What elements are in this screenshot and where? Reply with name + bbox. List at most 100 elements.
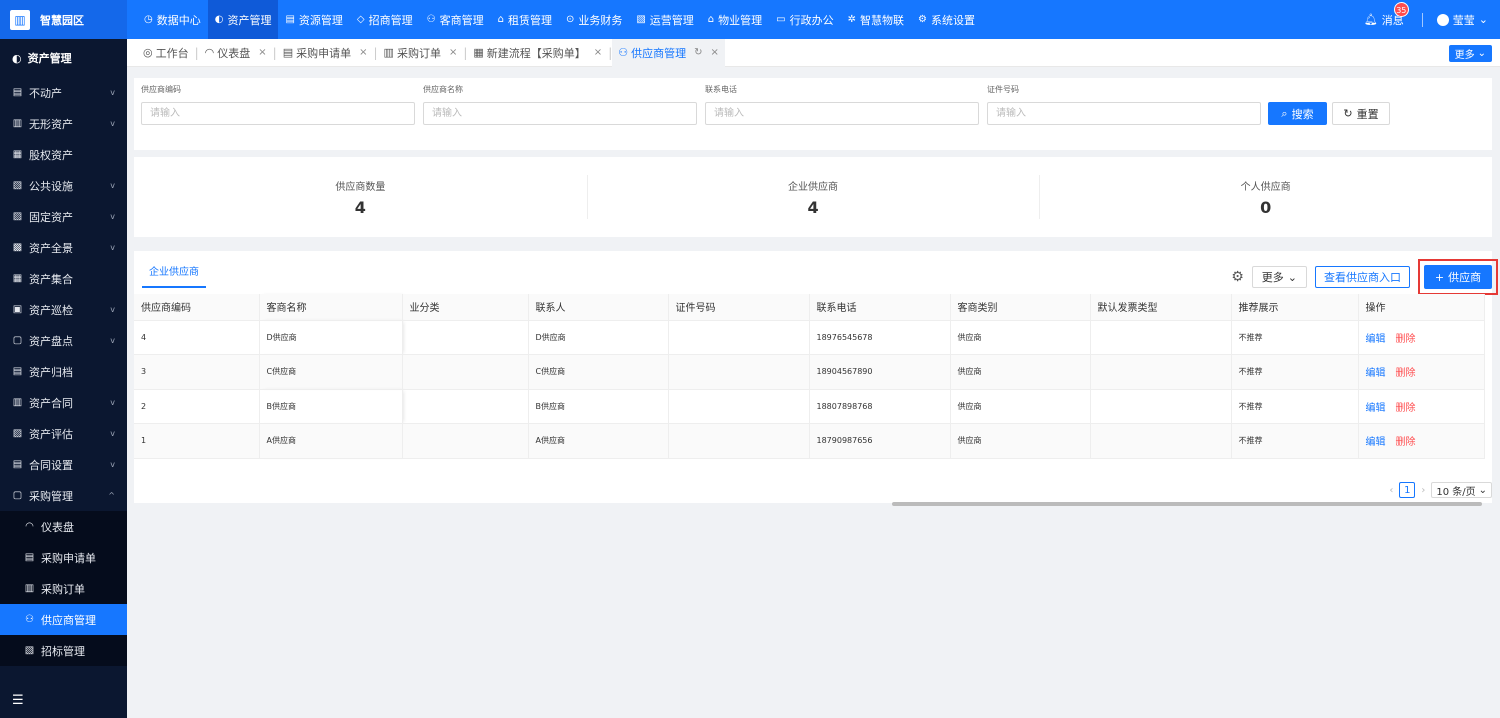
horizontal-scrollbar[interactable]	[892, 502, 1482, 506]
sidebar-item-label: 固定资产	[29, 210, 73, 224]
more-button[interactable]: 更多 ⌄	[1251, 266, 1307, 288]
nav-item[interactable]: ⊙ 业务财务	[559, 0, 629, 39]
sidebar-subitem[interactable]: ▧ 招标管理	[0, 635, 127, 666]
nav-label: 运营管理	[649, 13, 694, 27]
prev-page-icon[interactable]: ‹	[1389, 485, 1393, 496]
gear-icon[interactable]: ⚙	[1231, 269, 1244, 285]
sidebar-item-label: 供应商管理	[41, 613, 96, 627]
column-header: 客商名称	[259, 294, 403, 321]
nav-item[interactable]: ⌂ 物业管理	[701, 0, 769, 39]
sidebar-subitem[interactable]: ◠ 仪表盘	[0, 511, 127, 542]
delete-link[interactable]: 删除	[1396, 437, 1416, 448]
nav-item[interactable]: ✲ 智慧物联	[841, 0, 911, 39]
nav-label: 物业管理	[718, 13, 763, 27]
stat-card: 个人供应商 0	[1039, 157, 1492, 237]
stat-card: 企业供应商 4	[586, 157, 1040, 237]
close-icon[interactable]: ×	[594, 47, 602, 58]
nav-item[interactable]: ◐ 资产管理	[207, 0, 279, 39]
tab[interactable]: ⚇ 供应商管理 ↻ ×	[612, 38, 725, 67]
nav-icon: ⚇	[426, 14, 436, 25]
sidebar-item[interactable]: ▦ 股权资产	[0, 139, 127, 170]
delete-link[interactable]: 删除	[1396, 368, 1416, 379]
delete-link[interactable]: 删除	[1396, 334, 1416, 345]
table-cell: A供应商	[528, 423, 669, 459]
sidebar-item[interactable]: ▧ 公共设施 v	[0, 170, 127, 201]
edit-link[interactable]: 编辑	[1366, 403, 1386, 414]
tabs-more-button[interactable]: 更多 ⌄	[1448, 45, 1492, 62]
tab[interactable]: ▤ 采购申请单 ×	[277, 39, 374, 67]
sidebar-subitem[interactable]: ⚇ 供应商管理	[0, 604, 127, 635]
close-icon[interactable]: ×	[449, 47, 457, 58]
tab[interactable]: ◠ 仪表盘 ×	[199, 39, 273, 67]
sidebar-item[interactable]: ▩ 资产全景 v	[0, 232, 127, 263]
page-number[interactable]: 1	[1399, 482, 1416, 498]
sidebar-item[interactable]: ▥ 无形资产 v	[0, 108, 127, 139]
close-icon[interactable]: ×	[258, 47, 266, 58]
table-row: 1 A供应商 A供应商 18790987656 供应商 不推荐 编辑 删除	[134, 423, 1485, 459]
sidebar-item[interactable]: ▨ 固定资产 v	[0, 201, 127, 232]
tab-bar: ◎ 工作台 | ◠ 仪表盘 × | ▤ 采购申请单 × | ▥ 采购订单 × | ▦ 新建流程【采购单】 × | ⚇ 供…	[127, 38, 1500, 67]
reset-button[interactable]: ↻ 重置	[1332, 102, 1390, 125]
search-input[interactable]: 请输入	[423, 102, 697, 125]
sidebar-item[interactable]: ▨ 资产评估 v	[0, 418, 127, 449]
sidebar-subitem[interactable]: ▤ 采购申请单	[0, 542, 127, 573]
search-input[interactable]: 请输入	[987, 102, 1261, 125]
nav-item[interactable]: ▧ 运营管理	[629, 0, 700, 39]
sidebar-item[interactable]: ▦ 资产集合	[0, 263, 127, 294]
nav-item[interactable]: ◇ 招商管理	[350, 0, 420, 39]
sidebar-item-label: 无形资产	[29, 117, 73, 131]
search-button[interactable]: ⌕ 搜索	[1268, 102, 1327, 125]
close-icon[interactable]: ×	[359, 47, 367, 58]
sidebar-item[interactable]: ▤ 不动产 v	[0, 77, 127, 108]
edit-link[interactable]: 编辑	[1366, 437, 1386, 448]
delete-link[interactable]: 删除	[1396, 403, 1416, 414]
sidebar-icon: ▤	[24, 552, 35, 563]
nav-item[interactable]: ▭ 行政办公	[769, 0, 840, 39]
column-header: 联系人	[528, 294, 669, 321]
logo[interactable]: ▥ 智慧园区	[0, 0, 127, 39]
edit-link[interactable]: 编辑	[1366, 334, 1386, 345]
collapse-menu-icon[interactable]: ☰	[12, 693, 24, 708]
search-panel: ⌕ 搜索 ↻ 重置 供应商编码 请输入 供应商名称 请输入 联系电话 请输入 证件号码 请输入	[134, 78, 1492, 150]
tab[interactable]: ▥ 采购订单 ×	[378, 39, 464, 67]
sidebar-item-label: 资产合同	[29, 396, 73, 410]
sidebar-item[interactable]: ▥ 资产合同 v	[0, 387, 127, 418]
sidebar-item[interactable]: ▤ 合同设置 v	[0, 449, 127, 480]
column-header: 客商类别	[950, 294, 1091, 321]
sidebar: ◐ 资产管理 ▤ 不动产 v ▥ 无形资产 v ▦ 股权资产 ▧ 公共设施 v ▨ 固定资产 v ▩ 资产全景…	[0, 39, 127, 718]
user-name: 莹莹	[1452, 13, 1475, 27]
nav-item[interactable]: ⌂ 租赁管理	[491, 0, 559, 39]
nav-item[interactable]: ⚇ 客商管理	[420, 0, 491, 39]
edit-link[interactable]: 编辑	[1366, 368, 1386, 379]
table-cell: 4	[134, 320, 260, 355]
tab-enterprise-supplier[interactable]: 企业供应商	[142, 263, 206, 288]
table-cell	[1090, 423, 1232, 459]
sidebar-item[interactable]: ▣ 资产巡检 v	[0, 294, 127, 325]
sidebar-icon: ▩	[12, 242, 23, 253]
search-input[interactable]: 请输入	[141, 102, 415, 125]
nav-item[interactable]: ◷ 数据中心	[137, 0, 208, 39]
view-supplier-entry-button[interactable]: 查看供应商入口	[1315, 266, 1410, 288]
sidebar-item[interactable]: ▢ 资产盘点 v	[0, 325, 127, 356]
nav-item[interactable]: ▤ 资源管理	[278, 0, 349, 39]
messages-button[interactable]: 🔔︎ 消息 35	[1364, 1, 1409, 28]
brand-name: 智慧园区	[40, 13, 84, 27]
add-supplier-button[interactable]: + 供应商	[1424, 265, 1492, 289]
tab[interactable]: ▦ 新建流程【采购单】 ×	[467, 39, 608, 67]
nav-item[interactable]: ⚙ 系统设置	[911, 0, 982, 39]
tab[interactable]: ◎ 工作台	[137, 39, 195, 67]
refresh-icon[interactable]: ↻	[694, 47, 702, 58]
page-size-select[interactable]: 10 条/页 ⌄	[1431, 482, 1492, 498]
user-menu[interactable]: 莹莹 ⌄	[1436, 12, 1488, 28]
search-field: 联系电话 请输入	[705, 84, 979, 125]
sidebar-item[interactable]: ▤ 资产归档	[0, 356, 127, 387]
sidebar-icon: ▤	[12, 87, 23, 98]
sidebar-item-label: 合同设置	[29, 458, 73, 472]
next-page-icon[interactable]: ›	[1421, 485, 1425, 496]
chevron-down-icon: v	[110, 398, 115, 407]
chevron-down-icon: v	[110, 88, 115, 97]
sidebar-subitem[interactable]: ▥ 采购订单	[0, 573, 127, 604]
close-icon[interactable]: ×	[711, 47, 719, 58]
search-input[interactable]: 请输入	[705, 102, 979, 125]
sidebar-item[interactable]: ▢ 采购管理 ^	[0, 480, 127, 511]
